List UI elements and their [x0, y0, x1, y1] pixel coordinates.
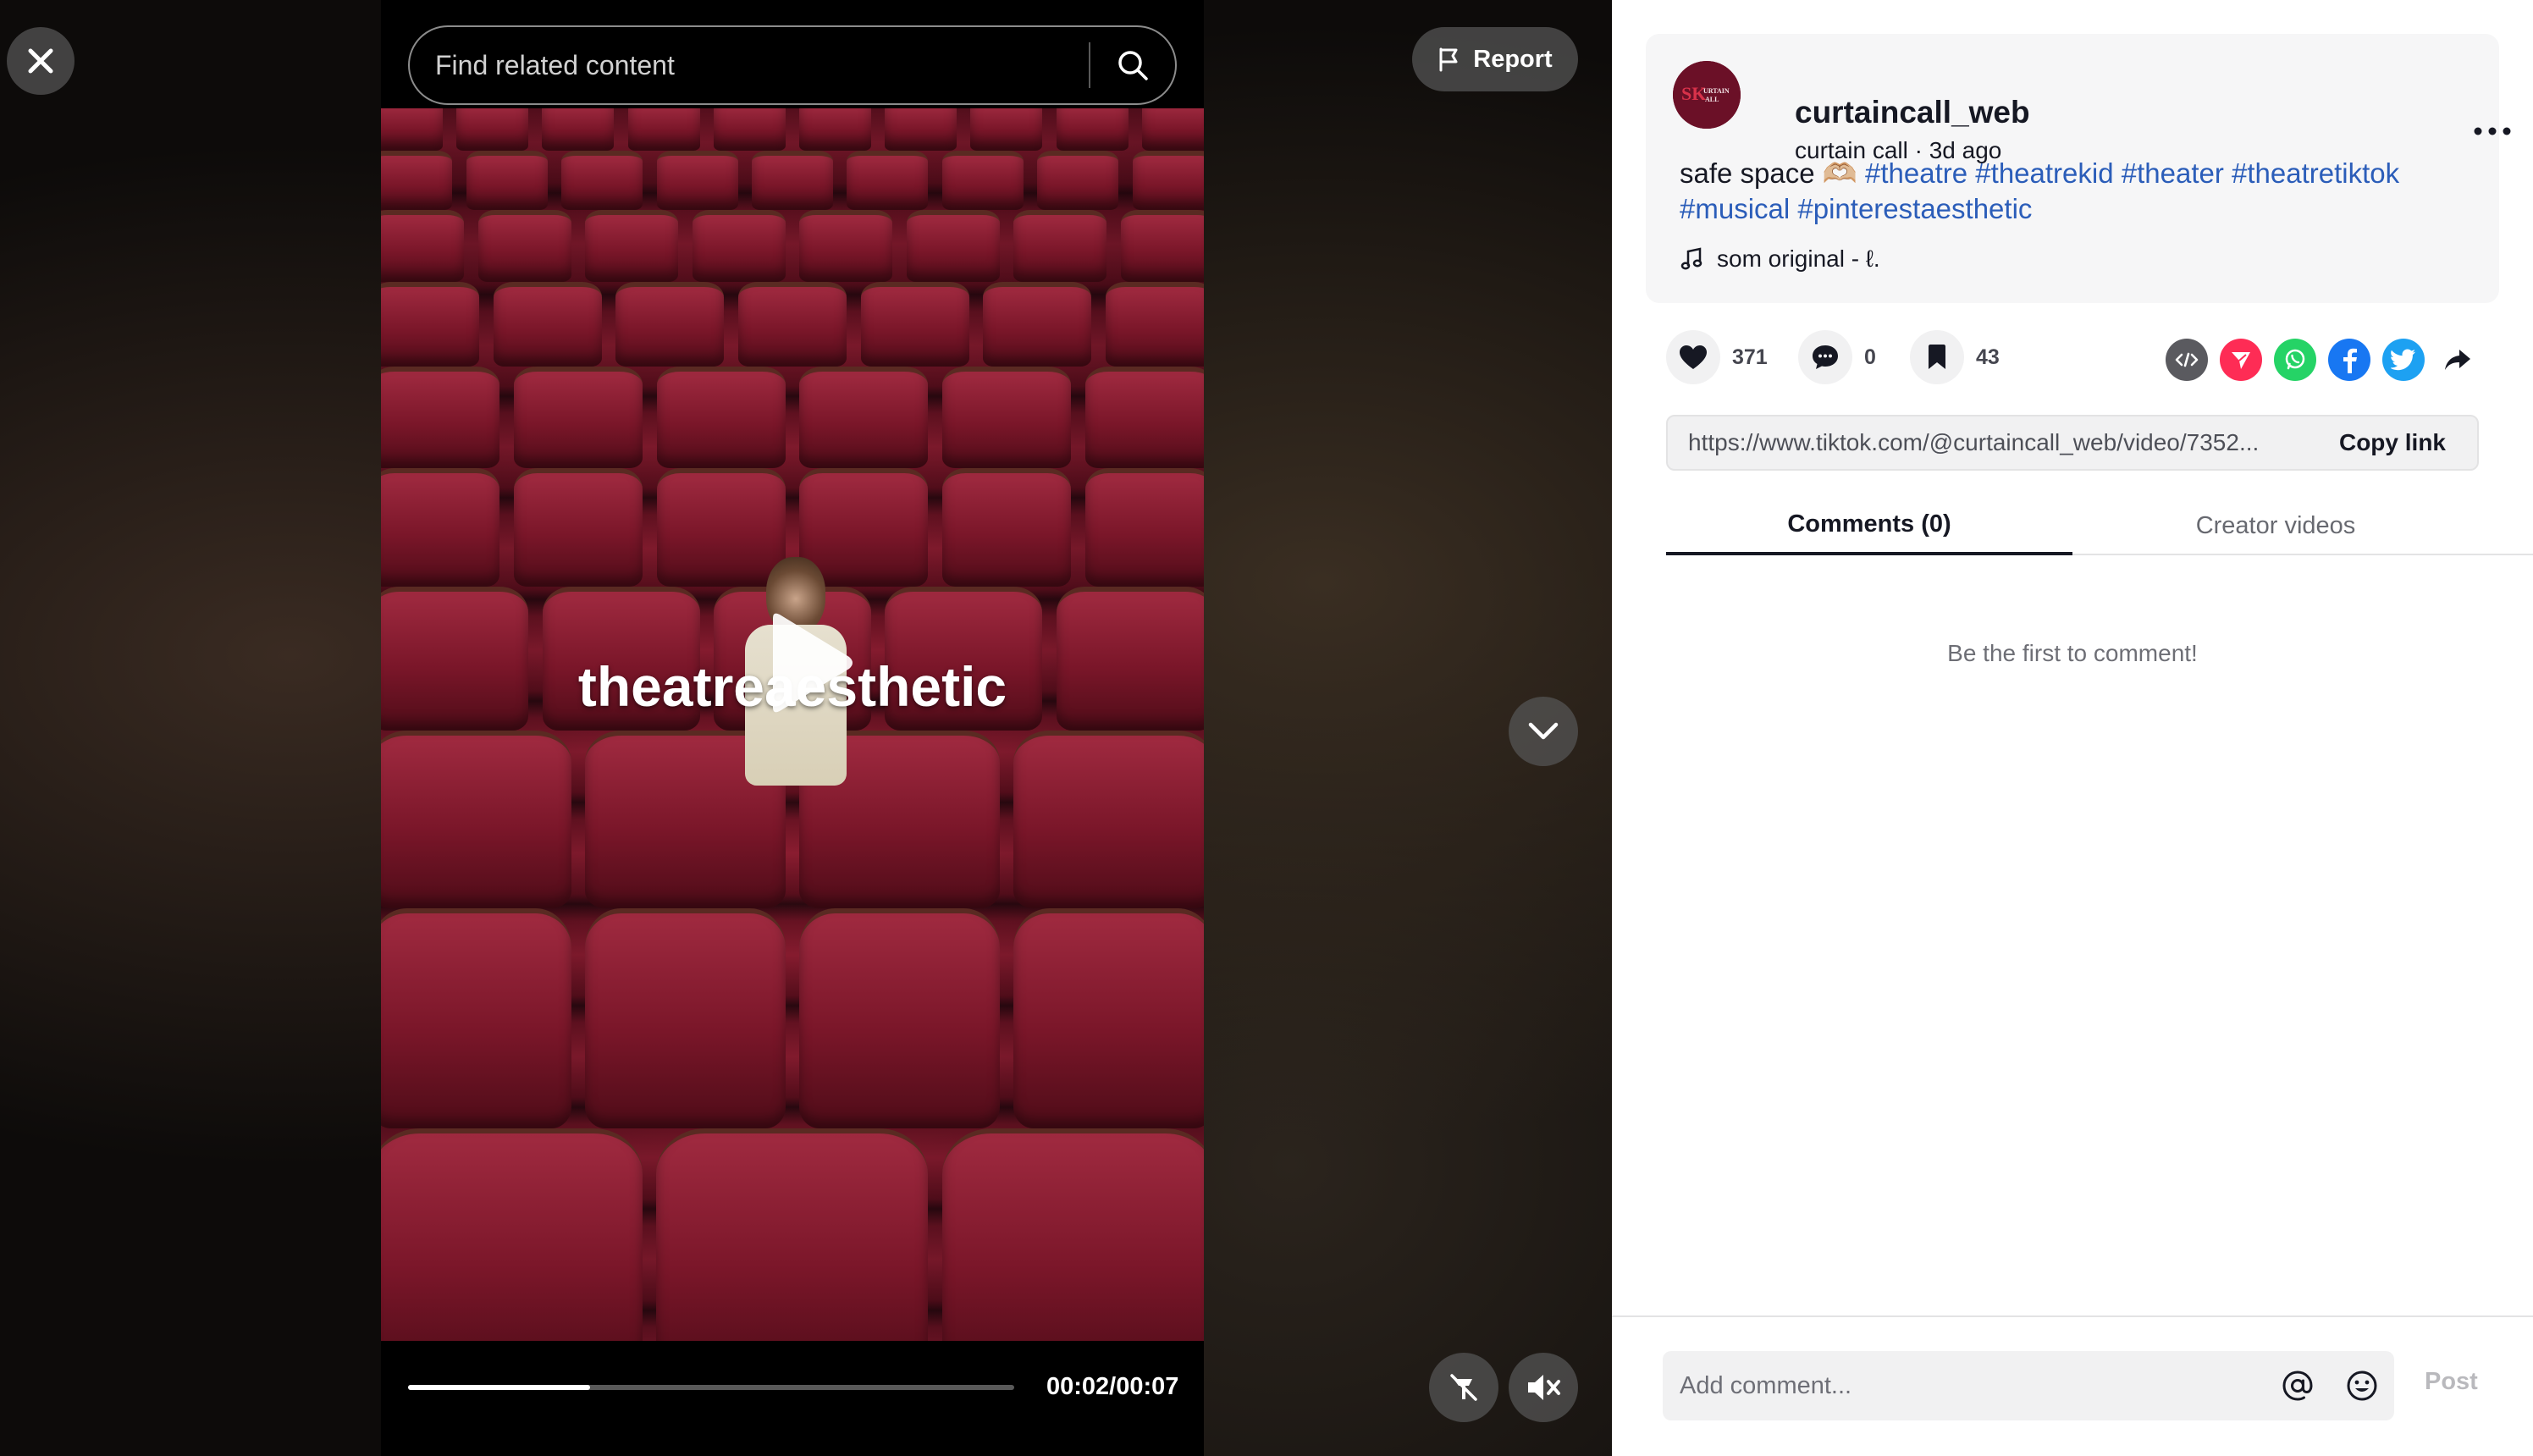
report-button[interactable]: Report: [1412, 27, 1578, 91]
more-options-button[interactable]: [2467, 114, 2518, 148]
like-button[interactable]: 371: [1666, 330, 1768, 384]
search-button[interactable]: [1090, 27, 1175, 103]
emoji-button[interactable]: [2330, 1351, 2394, 1420]
video-progress-bar[interactable]: [408, 1385, 1014, 1390]
related-search-bar: [408, 25, 1177, 105]
heart-icon: [1680, 345, 1707, 369]
username[interactable]: curtaincall_web: [1795, 95, 2030, 130]
hashtag-link[interactable]: #theatre: [1865, 157, 1967, 189]
music-note-icon: [1680, 247, 1702, 270]
svg-text:ALL: ALL: [1705, 96, 1719, 103]
video-frame-content[interactable]: theatreaesthetic: [381, 108, 1204, 1341]
hashtag-link[interactable]: #musical: [1680, 193, 1790, 224]
copy-link-button[interactable]: Copy link: [2308, 429, 2477, 456]
post-comment-button[interactable]: Post: [2425, 1368, 2478, 1396]
video-link-box: https://www.tiktok.com/@curtaincall_web/…: [1666, 415, 2479, 471]
mention-button[interactable]: [2265, 1351, 2330, 1420]
panel-tabs: Comments (0) Creator videos: [1666, 496, 2533, 555]
save-button[interactable]: 43: [1910, 330, 2000, 384]
more-horizontal-icon: [2474, 127, 2511, 135]
empty-comments-message: Be the first to comment!: [1947, 640, 2198, 666]
comment-input[interactable]: [1663, 1351, 2265, 1420]
chevron-down-icon: [1528, 722, 1559, 740]
comment-box: [1663, 1351, 2394, 1420]
twitter-icon: [2391, 349, 2415, 371]
twitter-share-button[interactable]: [2382, 339, 2425, 381]
video-viewer: theatreaesthetic Report: [0, 0, 1612, 1456]
at-mention-icon: [2282, 1371, 2313, 1401]
facebook-share-button[interactable]: [2328, 339, 2370, 381]
hashtag-link[interactable]: #pinterestaesthetic: [1797, 193, 2032, 224]
close-icon: [28, 48, 53, 74]
search-icon: [1118, 51, 1148, 80]
mute-button[interactable]: [1509, 1353, 1578, 1422]
music-link[interactable]: som original - ℓ.: [1680, 245, 1880, 273]
video-player[interactable]: theatreaesthetic: [381, 0, 1204, 1456]
comment-count: 0: [1864, 345, 1876, 369]
avatar[interactable]: SK URTAIN ALL: [1673, 61, 1741, 129]
hashtag-link[interactable]: #theatretiktok: [2232, 157, 2399, 189]
tab-creator-videos[interactable]: Creator videos: [2072, 496, 2479, 555]
play-icon: [773, 613, 853, 713]
share-arrow-icon: [2445, 350, 2470, 370]
hashtag-link[interactable]: #theater: [2122, 157, 2224, 189]
comment-composer: Post: [1612, 1315, 2533, 1456]
comment-icon: [1813, 345, 1838, 369]
post-details-panel: SK URTAIN ALL curtaincall_web curtain ca…: [1612, 0, 2533, 1456]
like-count: 371: [1732, 345, 1768, 369]
comment-button[interactable]: 0: [1798, 330, 1876, 384]
emoji-icon: [2347, 1371, 2377, 1401]
svg-text:SK: SK: [1681, 83, 1706, 104]
more-share-button[interactable]: [2436, 339, 2479, 381]
hashtag-link[interactable]: #theatrekid: [1975, 157, 2113, 189]
bookmark-icon: [1929, 345, 1945, 369]
embed-code-icon: [2175, 352, 2199, 367]
related-search-input[interactable]: [410, 27, 1089, 103]
music-title: som original - ℓ.: [1717, 245, 1880, 272]
save-count: 43: [1976, 345, 2000, 369]
volume-muted-icon: [1528, 1375, 1560, 1400]
send-to-friends-button[interactable]: [2220, 339, 2262, 381]
send-icon: [2232, 352, 2250, 369]
close-button[interactable]: [7, 27, 74, 95]
whatsapp-share-button[interactable]: [2274, 339, 2316, 381]
embed-button[interactable]: [2166, 339, 2208, 381]
floating-player-icon: [1450, 1374, 1477, 1401]
video-progress-fill: [408, 1385, 590, 1390]
floating-player-button[interactable]: [1429, 1353, 1498, 1422]
play-button[interactable]: [758, 608, 859, 718]
facebook-icon: [2343, 348, 2357, 373]
post-caption: safe space 🫶🏼 #theatre #theatrekid #thea…: [1680, 156, 2492, 227]
video-url[interactable]: https://www.tiktok.com/@curtaincall_web/…: [1668, 429, 2308, 456]
time-display: 00:02/00:07: [1046, 1373, 1179, 1400]
report-label: Report: [1473, 45, 1553, 73]
next-video-button[interactable]: [1509, 697, 1578, 766]
flag-icon: [1439, 47, 1458, 72]
whatsapp-icon: [2285, 349, 2305, 370]
tab-comments[interactable]: Comments (0): [1666, 496, 2072, 555]
curtain-call-logo: SK URTAIN ALL: [1673, 61, 1741, 129]
caption-text: safe space 🫶🏼: [1680, 157, 1857, 189]
svg-text:URTAIN: URTAIN: [1703, 87, 1730, 95]
